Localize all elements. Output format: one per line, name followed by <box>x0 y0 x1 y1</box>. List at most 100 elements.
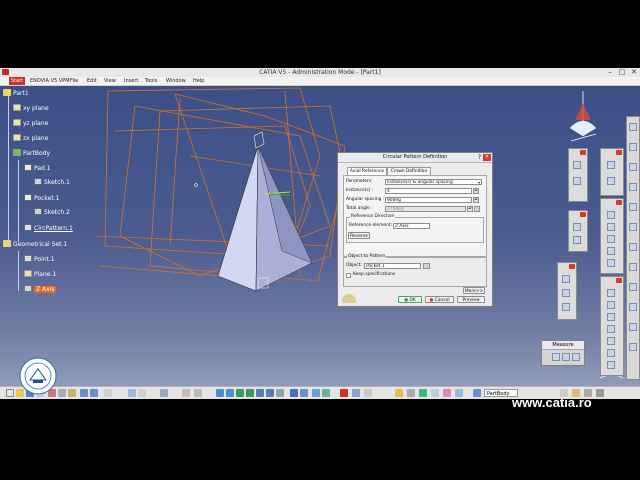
toolbar-close-icon[interactable] <box>580 150 586 155</box>
measure-inertia-button-icon[interactable] <box>572 353 580 361</box>
normal-view-icon[interactable] <box>276 389 284 397</box>
angular-spacing-field[interactable]: 90deg <box>385 197 472 203</box>
formula-tool-icon[interactable] <box>128 389 136 397</box>
fly-mode-icon[interactable] <box>216 389 224 397</box>
more-button[interactable]: More>> <box>463 287 485 294</box>
fit-all-icon[interactable] <box>226 389 234 397</box>
select-tool-icon[interactable] <box>629 123 637 131</box>
reverse-button[interactable]: Reverse <box>348 232 370 239</box>
grid-icon[interactable] <box>596 389 604 397</box>
toolbar-close-icon[interactable] <box>580 212 586 217</box>
body-tool-icon[interactable] <box>194 389 202 397</box>
dialog-close-button[interactable]: ✕ <box>483 154 491 161</box>
mirror-icon[interactable] <box>607 235 615 243</box>
maximize-button[interactable]: □ <box>616 68 628 77</box>
hide-show-icon[interactable] <box>312 389 320 397</box>
knowledge-icon[interactable] <box>138 389 146 397</box>
measure-item-button-icon[interactable] <box>562 353 570 361</box>
compile-icon[interactable] <box>419 389 427 397</box>
law-icon[interactable] <box>160 389 168 397</box>
tree-item-sketch2[interactable]: Sketch.2 <box>34 208 70 217</box>
shaft-tool-icon[interactable] <box>607 313 615 321</box>
tree-item-point[interactable]: Point.1 <box>24 255 55 264</box>
menu-enovia[interactable]: ENOVIA V5 VPM <box>30 77 70 85</box>
copy-icon[interactable] <box>58 389 66 397</box>
insert-body-icon[interactable] <box>431 389 439 397</box>
rib-tool-icon[interactable] <box>607 349 615 357</box>
translate-icon[interactable] <box>607 211 615 219</box>
rotate-icon[interactable] <box>607 223 615 231</box>
sketch-tool-icon[interactable] <box>573 161 581 169</box>
tree-item-part1[interactable]: Part1 <box>3 89 29 98</box>
groove-tool-icon[interactable] <box>607 325 615 333</box>
reference-element-field[interactable]: Z Axis <box>393 223 430 229</box>
tree-item-plane[interactable]: Plane.1 <box>24 270 56 279</box>
pattern-icon[interactable] <box>607 247 615 255</box>
shading-icon[interactable] <box>300 389 308 397</box>
tree-item-sketch1[interactable]: Sketch.1 <box>34 178 70 187</box>
undo-icon[interactable] <box>80 389 88 397</box>
iso-view-icon[interactable] <box>290 389 298 397</box>
pocket-tool-icon[interactable] <box>607 301 615 309</box>
fillet-tool-icon[interactable] <box>629 143 637 151</box>
instances-spinner[interactable]: ▴▾ <box>473 188 479 194</box>
tab-crown-definition[interactable]: Crown Definition <box>387 167 431 175</box>
rotate-view-icon[interactable] <box>246 389 254 397</box>
object-field[interactable]: Pocket.1 <box>364 263 421 269</box>
scale-icon[interactable] <box>607 259 615 267</box>
sew-surface-icon[interactable] <box>629 343 637 351</box>
tree-item-circpattern[interactable]: CircPattern.1 <box>24 224 73 233</box>
new-file-icon[interactable] <box>6 389 14 397</box>
reference-tool-icon[interactable] <box>573 223 581 231</box>
sketcher-icon[interactable] <box>364 389 372 397</box>
define-work-object-icon[interactable] <box>473 389 481 397</box>
update-icon[interactable] <box>395 389 403 397</box>
zoom-in-icon[interactable] <box>256 389 264 397</box>
pad-tool-icon[interactable] <box>607 289 615 297</box>
whats-this-icon[interactable] <box>104 389 112 397</box>
cancel-button[interactable]: ● Cancel <box>425 296 454 303</box>
tab-axial-reference[interactable]: Axial Reference <box>347 167 387 175</box>
keep-specifications-checkbox[interactable] <box>346 273 351 278</box>
menu-tools[interactable]: Tools <box>145 77 157 85</box>
chamfer-tool-icon[interactable] <box>629 163 637 171</box>
hole-tool-icon[interactable] <box>607 337 615 345</box>
measure-between-button-icon[interactable] <box>552 353 560 361</box>
tree-item-z-axis[interactable]: Z Axis <box>24 285 57 294</box>
slot-tool-icon[interactable] <box>607 361 615 369</box>
instances-field[interactable]: 4 <box>385 188 472 194</box>
tree-item-partbody[interactable]: PartBody <box>13 149 50 158</box>
measure-item-icon[interactable] <box>562 289 570 297</box>
menu-start[interactable]: Start <box>9 77 25 85</box>
measure-tool-icon[interactable] <box>352 389 360 397</box>
pyramid-solid[interactable] <box>217 131 313 292</box>
apply-material-icon[interactable] <box>340 389 348 397</box>
menu-edit[interactable]: Edit <box>87 77 97 85</box>
thick-surface-icon[interactable] <box>629 303 637 311</box>
boolean-icon[interactable] <box>455 389 463 397</box>
compass-icon[interactable] <box>569 91 597 142</box>
inertia-icon[interactable] <box>562 303 570 311</box>
tree-item-pad[interactable]: Pad.1 <box>24 164 51 173</box>
draft-tool-icon[interactable] <box>629 183 637 191</box>
geometrical-set-tool-icon[interactable] <box>443 389 451 397</box>
toolbar-close-icon[interactable] <box>616 200 622 205</box>
remove-face-icon[interactable] <box>629 263 637 271</box>
tree-item-xy-plane[interactable]: xy plane <box>13 104 49 113</box>
object-selector-icon[interactable] <box>423 263 430 269</box>
menu-insert[interactable]: Insert <box>124 77 138 85</box>
parameters-select[interactable]: Instance(s) & angular spacing ▾ <box>385 179 482 185</box>
menu-help[interactable]: Help <box>193 77 204 85</box>
measure-between-icon[interactable] <box>562 275 570 283</box>
angular-spacing-spinner[interactable]: ▴▾ <box>473 197 479 203</box>
toolbar-close-icon[interactable] <box>616 150 622 155</box>
view-tool-icon[interactable] <box>607 161 615 169</box>
tree-item-geometrical-set[interactable]: Geometrical Set.1 <box>3 240 67 249</box>
shell-tool-icon[interactable] <box>629 203 637 211</box>
menu-window[interactable]: Window <box>166 77 186 85</box>
close-surface-icon[interactable] <box>629 323 637 331</box>
toolbar-close-icon[interactable] <box>616 278 622 283</box>
constraint-tool-icon[interactable] <box>573 236 581 244</box>
axis-system-icon[interactable] <box>407 389 415 397</box>
catalog-icon[interactable] <box>182 389 190 397</box>
